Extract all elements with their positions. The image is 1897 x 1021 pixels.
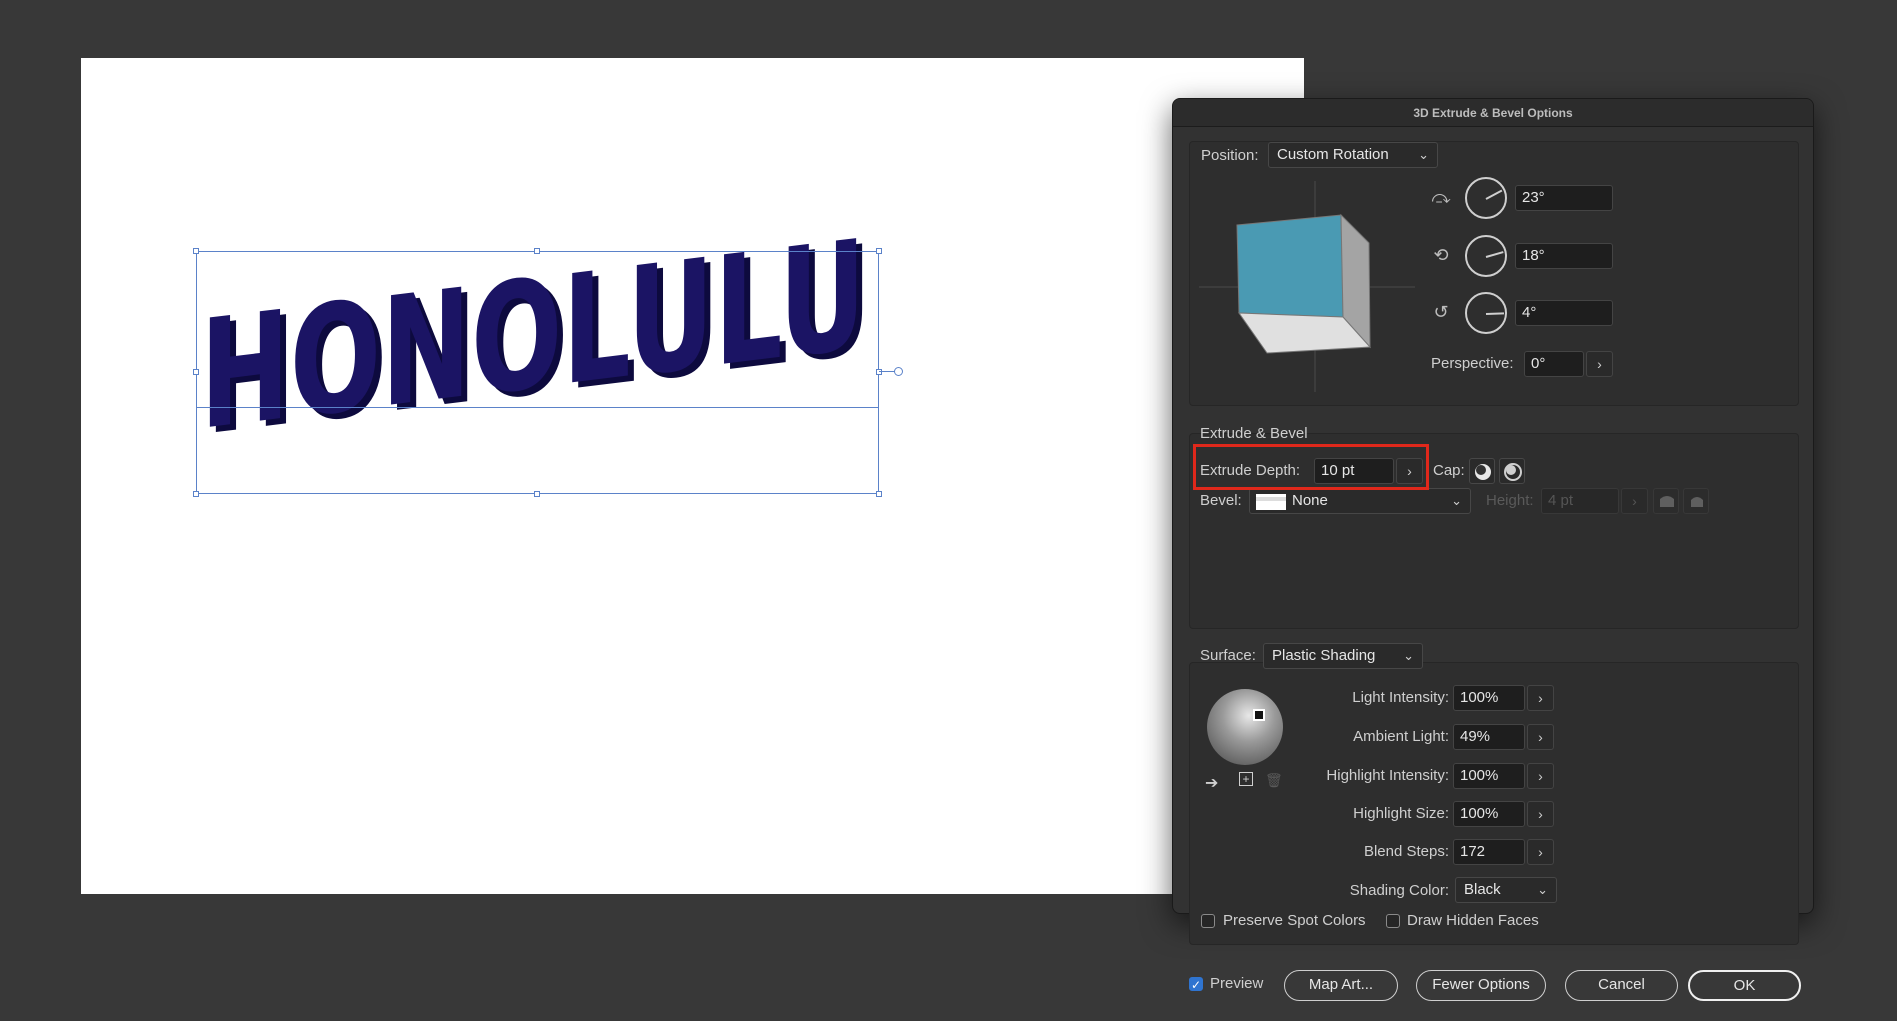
resize-handle-bottom-left[interactable] [193,491,199,497]
chevron-down-icon: ⌄ [1403,648,1414,663]
blend-steps-arrow-button[interactable]: › [1527,839,1554,865]
highlight-intensity-field[interactable]: 100% [1453,763,1525,789]
resize-handle-top-right[interactable] [876,248,882,254]
bevel-out-button[interactable] [1653,488,1679,514]
highlight-intensity-label: Highlight Intensity: [1326,767,1449,784]
height-arrow-button[interactable]: › [1621,488,1648,514]
extrude-depth-highlight [1193,444,1429,490]
shading-color-dropdown[interactable]: Black ⌄ [1455,877,1557,903]
resize-handle-top-center[interactable] [534,248,540,254]
light-source-handle[interactable] [1253,709,1265,721]
rotation-track-cube[interactable] [1197,179,1417,394]
dial-needle [1485,251,1504,258]
chevron-down-icon: ⌄ [1451,493,1462,508]
shading-color-value: Black [1464,881,1501,898]
preserve-spot-colors-label: Preserve Spot Colors [1223,912,1366,929]
preserve-spot-colors-checkbox[interactable] [1201,914,1215,928]
highlight-intensity-arrow-button[interactable]: › [1527,763,1554,789]
draw-hidden-faces-checkbox[interactable] [1386,914,1400,928]
ambient-light-label: Ambient Light: [1353,728,1449,745]
resize-handle-top-left[interactable] [193,248,199,254]
position-value: Custom Rotation [1277,146,1389,163]
ambient-light-field[interactable]: 49% [1453,724,1525,750]
position-dropdown[interactable]: Custom Rotation ⌄ [1268,142,1438,168]
bevel-swatch [1256,494,1286,510]
dial-needle [1485,189,1503,200]
ok-button[interactable]: OK [1688,970,1801,1001]
text-baseline [196,407,879,408]
x-rotation-field[interactable]: 23° [1515,185,1613,211]
z-axis-rotate-icon: ↺ [1433,302,1449,322]
height-field[interactable]: 4 pt [1541,488,1619,514]
x-axis-rotate-icon: ⤼ [1431,187,1451,207]
shading-color-label: Shading Color: [1349,882,1449,899]
perspective-label: Perspective: [1431,355,1514,372]
cap-on-button[interactable] [1469,458,1495,484]
dial-needle [1485,312,1505,315]
highlight-size-field[interactable]: 100% [1453,801,1525,827]
type-path-out-port[interactable] [894,367,903,376]
cap-off-button[interactable] [1499,458,1525,484]
highlight-size-arrow-button[interactable]: › [1527,801,1554,827]
light-intensity-arrow-button[interactable]: › [1527,685,1554,711]
blend-steps-label: Blend Steps: [1363,843,1449,860]
ambient-light-arrow-button[interactable]: › [1527,724,1554,750]
cancel-button[interactable]: Cancel [1565,970,1678,1001]
resize-handle-bottom-right[interactable] [876,491,882,497]
chevron-down-icon: ⌄ [1537,882,1548,897]
resize-handle-middle-right[interactable] [876,369,882,375]
lighting-sphere[interactable] [1207,689,1283,765]
height-label: Height: [1486,492,1534,509]
resize-handle-bottom-center[interactable] [534,491,540,497]
map-art-button[interactable]: Map Art... [1284,970,1398,1001]
perspective-field[interactable]: 0° [1524,351,1584,377]
y-rotation-field[interactable]: 18° [1515,243,1613,269]
extrude-section-title: Extrude & Bevel [1200,425,1308,442]
bevel-in-button[interactable] [1683,488,1709,514]
highlight-size-label: Highlight Size: [1353,805,1449,822]
light-intensity-label: Light Intensity: [1352,689,1449,706]
preview-label: Preview [1210,975,1264,992]
perspective-arrow-button[interactable]: › [1586,351,1613,377]
surface-label: Surface: [1200,647,1256,664]
move-light-back-icon[interactable]: ➔ [1205,773,1218,793]
position-label: Position: [1201,147,1259,164]
selection-bounding-box [196,251,879,494]
light-intensity-field[interactable]: 100% [1453,685,1525,711]
y-rotation-dial[interactable] [1465,235,1507,277]
surface-dropdown[interactable]: Plastic Shading ⌄ [1263,643,1423,669]
preview-checkbox[interactable]: ✓ [1189,977,1203,992]
chevron-down-icon: ⌄ [1418,147,1429,162]
resize-handle-middle-left[interactable] [193,369,199,375]
x-rotation-dial[interactable] [1465,177,1507,219]
extrude-bevel-dialog: 3D Extrude & Bevel Options Position: Cus… [1172,98,1814,1001]
fewer-options-button[interactable]: Fewer Options [1416,970,1546,1001]
y-axis-rotate-icon: ⟲ [1433,245,1449,265]
bevel-label: Bevel: [1200,492,1242,509]
bevel-value: None [1292,492,1328,509]
surface-value: Plastic Shading [1272,647,1376,664]
cap-label: Cap: [1433,462,1465,479]
dialog-title[interactable]: 3D Extrude & Bevel Options [1173,99,1813,127]
new-light-icon[interactable]: + [1239,772,1253,786]
bevel-dropdown[interactable]: None ⌄ [1249,488,1471,514]
blend-steps-field[interactable]: 172 [1453,839,1525,865]
z-rotation-dial[interactable] [1465,292,1507,334]
draw-hidden-faces-label: Draw Hidden Faces [1407,912,1539,929]
z-rotation-field[interactable]: 4° [1515,300,1613,326]
